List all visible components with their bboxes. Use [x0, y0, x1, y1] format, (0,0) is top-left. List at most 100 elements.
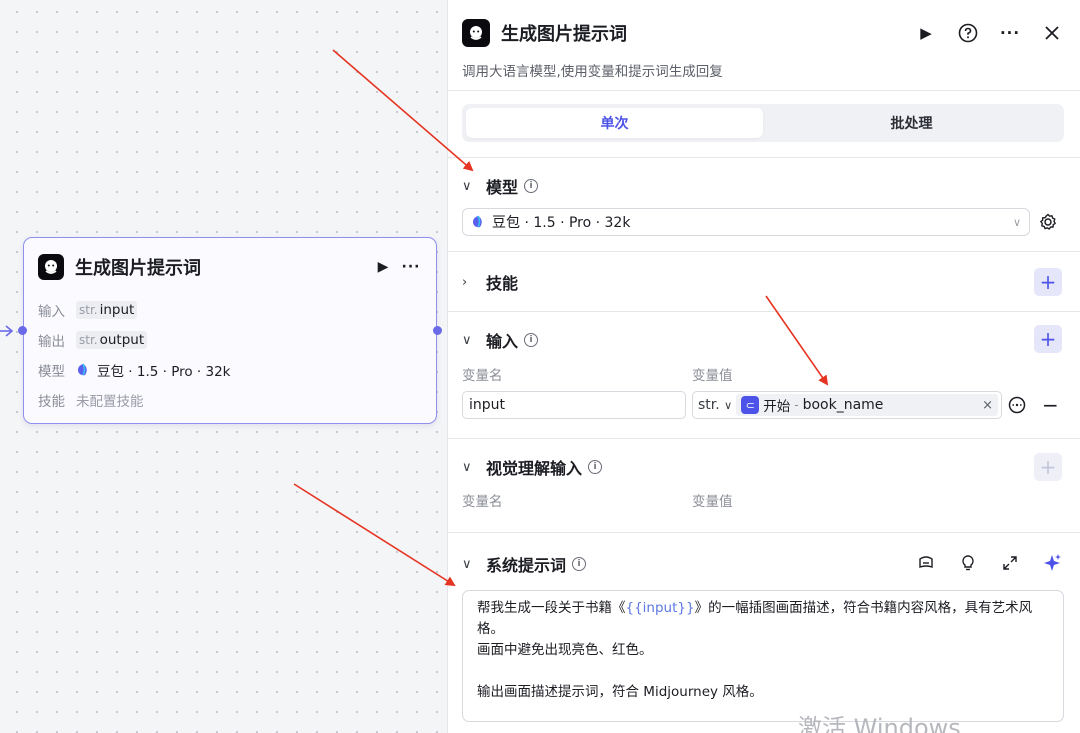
node-input-row: 输入 str. input — [38, 299, 138, 321]
node-logo-icon — [38, 254, 64, 280]
node-input-label: 输入 — [38, 304, 65, 320]
add-input-button[interactable]: + — [1034, 325, 1062, 353]
divider — [448, 311, 1080, 312]
chevron-down-icon: ∨ — [1012, 215, 1021, 229]
info-icon[interactable]: i — [572, 557, 587, 571]
divider — [448, 90, 1080, 91]
panel-description: 调用大语言模型,使用变量和提示词生成回复 — [462, 64, 723, 80]
start-node-icon: ⊂ — [741, 396, 760, 414]
remove-input-icon[interactable]: − — [1042, 393, 1059, 417]
chevron-down-icon: ∨ — [724, 399, 733, 412]
info-icon[interactable]: i — [524, 333, 539, 347]
divider — [448, 251, 1080, 252]
prompt-line-2: 格。 — [477, 621, 504, 637]
type-select-value: str. — [698, 397, 720, 413]
model-select-value: 豆包 · 1.5 · Pro · 32k — [492, 215, 631, 231]
doubao-model-icon — [78, 363, 87, 376]
node-config-panel: 生成图片提示词 ▶ ··· 调用大语言模型,使用变量和提示词生成回复 单次 批处… — [447, 0, 1080, 733]
tab-batch[interactable]: 批处理 — [763, 108, 1060, 138]
prompt-text: 帮我生成一段关于书籍《 — [477, 600, 626, 616]
tab-single[interactable]: 单次 — [466, 108, 763, 138]
type-select[interactable]: str. ∨ — [698, 397, 732, 413]
vision-section-header[interactable]: ∨ 视觉理解输入 i — [462, 455, 1066, 479]
prompt-toolbar — [894, 553, 1062, 573]
chevron-right-icon[interactable]: › — [462, 275, 480, 290]
node-output-label: 输出 — [38, 334, 65, 350]
type-label: str. — [79, 303, 98, 317]
info-icon[interactable]: i — [588, 460, 603, 474]
prompt-section-title: 系统提示词 — [486, 556, 567, 575]
var-name-header: 变量名 — [462, 368, 503, 384]
node-input-value: input — [99, 302, 135, 318]
output-port[interactable] — [433, 326, 442, 335]
input-var-value-field[interactable]: str. ∨ ⊂ 开始 - book_name × — [692, 391, 1002, 419]
system-prompt-editor[interactable]: 帮我生成一段关于书籍《{{input}}》的一幅插图画面描述，符合书籍内容风格，… — [462, 590, 1064, 722]
node-title: 生成图片提示词 — [75, 258, 201, 279]
node-skill-value: 未配置技能 — [76, 394, 144, 410]
expand-icon[interactable] — [1000, 553, 1020, 573]
node-model-row: 模型 豆包 · 1.5 · Pro · 32k — [38, 359, 231, 381]
node-skill-row: 技能 未配置技能 — [38, 389, 144, 411]
input-var-name-value: input — [469, 397, 506, 413]
chevron-down-icon[interactable]: ∨ — [462, 179, 480, 194]
more-options-icon[interactable]: ··· — [400, 256, 422, 278]
node-output-row: 输出 str. output — [38, 329, 148, 351]
vision-var-value-header: 变量值 — [692, 494, 733, 510]
chevron-down-icon[interactable]: ∨ — [462, 333, 480, 348]
run-node-icon[interactable]: ▶ — [372, 256, 394, 278]
info-icon[interactable]: i — [524, 179, 539, 193]
help-icon[interactable] — [954, 19, 982, 47]
prompt-line-blank — [477, 661, 1049, 682]
node-model-value: 豆包 · 1.5 · Pro · 32k — [97, 364, 231, 380]
variable-picker-icon[interactable] — [1008, 396, 1026, 414]
panel-logo-icon — [462, 19, 490, 47]
ref-variable: book_name — [802, 397, 884, 413]
llm-node-card[interactable]: 生成图片提示词 ▶ ··· 输入 str. input 输出 str. output… — [18, 237, 442, 424]
vision-var-name-header: 变量名 — [462, 494, 503, 510]
chevron-down-icon[interactable]: ∨ — [462, 460, 480, 475]
divider — [448, 438, 1080, 439]
run-mode-tabs: 单次 批处理 — [462, 104, 1064, 142]
add-vision-input-button[interactable]: + — [1034, 453, 1062, 481]
prompt-line-1: 帮我生成一段关于书籍《{{input}}》的一幅插图画面描述，符合书籍内容风格，… — [477, 598, 1049, 619]
lightbulb-icon[interactable] — [958, 553, 978, 573]
prompt-text: 》的一幅插图画面描述，符合书籍内容风格，具有艺术风 — [694, 600, 1033, 616]
type-label: str. — [79, 333, 98, 347]
prompt-line-3: 画面中避免出现亮色、红色。 — [477, 642, 653, 658]
ref-source: 开始 — [763, 399, 791, 415]
input-section-header[interactable]: ∨ 输入 i — [462, 328, 1066, 352]
panel-title: 生成图片提示词 — [501, 24, 627, 45]
node-output-value: output — [99, 332, 145, 348]
ai-sparkle-icon[interactable] — [1042, 553, 1062, 573]
more-options-icon[interactable]: ··· — [996, 19, 1024, 47]
input-port[interactable] — [18, 326, 27, 335]
prompt-variable: {{input}} — [625, 600, 695, 616]
node-input-tag: str. input — [76, 301, 138, 319]
ref-separator: - — [794, 398, 799, 412]
chevron-down-icon[interactable]: ∨ — [462, 557, 480, 572]
input-var-name-field[interactable]: input — [462, 391, 686, 419]
workflow-canvas[interactable]: 生成图片提示词 ▶ ··· 输入 str. input 输出 str. output… — [0, 0, 448, 733]
input-section-title: 输入 — [486, 332, 519, 351]
panel-header: 生成图片提示词 ▶ ··· — [462, 18, 1066, 48]
node-skill-label: 技能 — [38, 394, 65, 410]
divider — [448, 157, 1080, 158]
divider — [448, 532, 1080, 533]
model-select[interactable]: 豆包 · 1.5 · Pro · 32k ∨ — [462, 208, 1030, 236]
skills-section-header[interactable]: › 技能 — [462, 270, 1066, 294]
node-output-tag: str. output — [76, 331, 148, 349]
gear-icon[interactable] — [1038, 212, 1058, 232]
skills-section-title: 技能 — [486, 274, 519, 293]
clear-reference-icon[interactable]: × — [982, 398, 993, 413]
doubao-model-icon — [473, 215, 482, 228]
model-section-header[interactable]: ∨ 模型 i — [462, 174, 1066, 198]
prompt-line-4: 输出画面描述提示词，符合 Midjourney 风格。 — [477, 684, 763, 700]
add-skill-button[interactable]: + — [1034, 268, 1062, 296]
prompt-library-icon[interactable] — [916, 553, 936, 573]
close-icon[interactable] — [1038, 19, 1066, 47]
run-test-icon[interactable]: ▶ — [912, 19, 940, 47]
vision-section-title: 视觉理解输入 — [486, 459, 583, 478]
windows-activation-watermark: 激活 Windows — [798, 714, 961, 733]
variable-reference[interactable]: ⊂ 开始 - book_name × — [736, 394, 998, 416]
model-section-title: 模型 — [486, 178, 519, 197]
